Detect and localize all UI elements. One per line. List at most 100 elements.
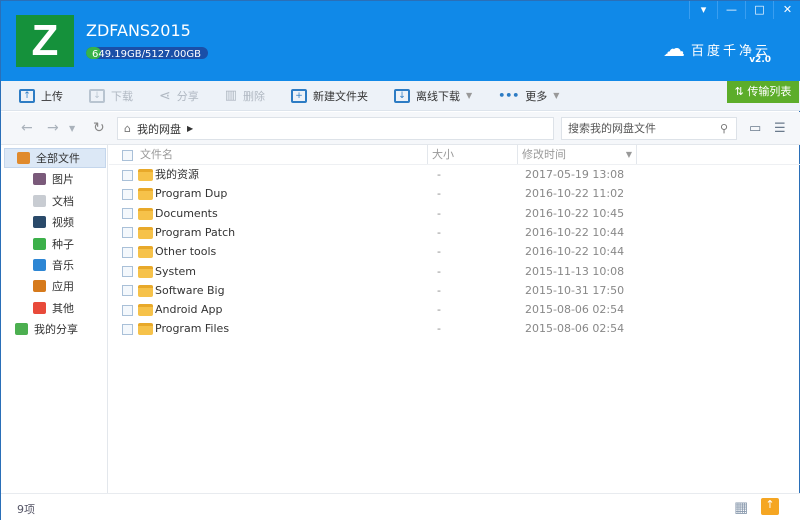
breadcrumb[interactable]: ⌂ 我的网盘 ▶ — [117, 117, 554, 140]
sidebar-item[interactable]: 我的分享 — [15, 319, 78, 339]
refresh-icon[interactable]: ↻ — [93, 120, 105, 136]
file-modified: 2015-08-06 02:54 — [525, 322, 625, 336]
file-row[interactable]: 我的资源 - 2017-05-19 13:08 — [109, 165, 800, 184]
file-row[interactable]: Program Files - 2015-08-06 02:54 — [109, 319, 800, 338]
minimize-button[interactable]: — — [717, 1, 745, 19]
item-count: 9项 — [17, 503, 35, 516]
column-size[interactable]: 大小 — [427, 145, 517, 164]
offline-label: 离线下载 — [416, 89, 461, 103]
history-dropdown-icon[interactable]: ▼ — [69, 124, 75, 133]
file-modified: 2016-10-22 10:44 — [525, 245, 625, 259]
share-button[interactable]: ⋖ 分享 — [159, 88, 199, 104]
row-checkbox[interactable] — [122, 242, 133, 261]
share-icon: ⋖ — [159, 87, 171, 104]
preview-toggle-icon[interactable]: ▭ — [749, 121, 761, 136]
sidebar-item[interactable]: 图片 — [33, 169, 74, 189]
file-size: - — [437, 322, 441, 336]
file-row[interactable]: Software Big - 2015-10-31 17:50 — [109, 281, 800, 300]
file-size: - — [437, 206, 441, 220]
sidebar-item[interactable]: 其他 — [33, 298, 74, 318]
file-row[interactable]: Other tools - 2016-10-22 10:44 — [109, 242, 800, 261]
category-icon — [15, 323, 28, 335]
search-icon[interactable]: ⚲ — [720, 118, 728, 139]
avatar[interactable]: Z — [16, 15, 74, 67]
file-name[interactable]: Program Files — [155, 319, 229, 338]
grid-view-icon[interactable]: ▦ — [734, 498, 748, 516]
sidebar-item[interactable]: 种子 — [33, 234, 74, 254]
row-checkbox[interactable] — [122, 165, 133, 184]
file-size: - — [437, 283, 441, 297]
sidebar-item[interactable]: 全部文件 — [4, 148, 106, 168]
sidebar-item[interactable]: 音乐 — [33, 255, 74, 275]
file-row[interactable]: Documents - 2016-10-22 10:45 — [109, 204, 800, 223]
file-row[interactable]: System - 2015-11-13 10:08 — [109, 262, 800, 281]
toolbar: ↑ 上传 ↓ 下载 ⋖ 分享 ▥ 删除 + 新建文件夹 ↓ 离线下载 ▼ ••• 更多 ▼ — [1, 81, 800, 111]
file-modified: 2016-10-22 11:02 — [525, 187, 625, 201]
transfer-label: 传输列表 — [747, 85, 792, 98]
select-all-checkbox[interactable] — [122, 145, 133, 164]
back-icon[interactable]: ← — [21, 120, 33, 136]
delete-button[interactable]: ▥ 删除 — [225, 88, 265, 104]
sidebar-item[interactable]: 应用 — [33, 276, 74, 296]
search-input[interactable]: 搜索我的网盘文件 ⚲ — [561, 117, 737, 140]
close-button[interactable]: ✕ — [773, 1, 800, 19]
file-name[interactable]: Program Dup — [155, 184, 227, 203]
row-checkbox[interactable] — [122, 184, 133, 203]
column-modified[interactable]: 修改时间 ▼ — [517, 145, 637, 164]
row-checkbox[interactable] — [122, 262, 133, 281]
search-placeholder: 搜索我的网盘文件 — [568, 122, 656, 135]
sort-icon: ▼ — [625, 150, 632, 159]
file-name[interactable]: Other tools — [155, 242, 216, 261]
username: ZDFANS2015 — [86, 21, 191, 40]
file-name[interactable]: Documents — [155, 204, 218, 223]
category-icon — [33, 216, 46, 228]
transfer-icon: ⇅ — [734, 85, 748, 98]
file-name[interactable]: Android App — [155, 300, 223, 319]
sidebar-item[interactable]: 文档 — [33, 191, 74, 211]
file-name[interactable]: Program Patch — [155, 223, 235, 242]
file-row[interactable]: Android App - 2015-08-06 02:54 — [109, 300, 800, 319]
category-icon — [33, 195, 46, 207]
file-modified: 2016-10-22 10:45 — [525, 206, 625, 220]
sidebar: 全部文件图片 文档 视频 种子音乐应用 其他 我的分享 — [1, 145, 108, 493]
transfer-list-button[interactable]: ⇅ 传输列表 — [727, 81, 799, 103]
more-label: 更多 — [525, 89, 548, 103]
file-list-header: 文件名 大小 修改时间 ▼ — [109, 145, 800, 165]
menu-button[interactable]: ▾ — [689, 1, 717, 19]
row-checkbox[interactable] — [122, 204, 133, 223]
sidebar-item-label: 全部文件 — [36, 152, 80, 165]
sidebar-item-label: 音乐 — [52, 259, 74, 272]
row-checkbox[interactable] — [122, 300, 133, 319]
new-folder-button[interactable]: + 新建文件夹 — [291, 88, 368, 104]
upload-float-icon[interactable]: ↑ — [761, 498, 779, 515]
more-button[interactable]: ••• 更多 ▼ — [498, 88, 559, 104]
row-checkbox[interactable] — [122, 281, 133, 300]
list-view-icon[interactable]: ☰ — [774, 121, 786, 136]
forward-icon[interactable]: → — [47, 120, 59, 136]
sidebar-item[interactable]: 视频 — [33, 212, 74, 232]
category-icon — [17, 152, 30, 164]
file-name[interactable]: Software Big — [155, 281, 225, 300]
file-name[interactable]: System — [155, 262, 196, 281]
maximize-button[interactable]: □ — [745, 1, 773, 19]
upload-button[interactable]: ↑ 上传 — [19, 88, 63, 104]
breadcrumb-root[interactable]: 我的网盘 — [137, 121, 181, 137]
folder-icon — [138, 319, 153, 338]
file-modified: 2015-10-31 17:50 — [525, 283, 625, 297]
delete-label: 删除 — [243, 89, 266, 103]
file-size: - — [437, 245, 441, 259]
row-checkbox[interactable] — [122, 319, 133, 338]
file-name[interactable]: 我的资源 — [155, 165, 199, 184]
file-row[interactable]: Program Patch - 2016-10-22 10:44 — [109, 223, 800, 242]
file-size: - — [437, 168, 441, 181]
offline-download-button[interactable]: ↓ 离线下载 ▼ — [394, 88, 472, 104]
download-label: 下载 — [111, 89, 133, 103]
chevron-right-icon[interactable]: ▶ — [187, 124, 193, 133]
column-name[interactable]: 文件名 — [140, 145, 173, 164]
quota-bar: 649.19GB/5127.00GB — [86, 47, 208, 59]
row-checkbox[interactable] — [122, 223, 133, 242]
file-row[interactable]: Program Dup - 2016-10-22 11:02 — [109, 184, 800, 203]
download-button[interactable]: ↓ 下载 — [89, 88, 133, 104]
file-size: - — [437, 187, 441, 201]
more-icon: ••• — [498, 89, 520, 102]
